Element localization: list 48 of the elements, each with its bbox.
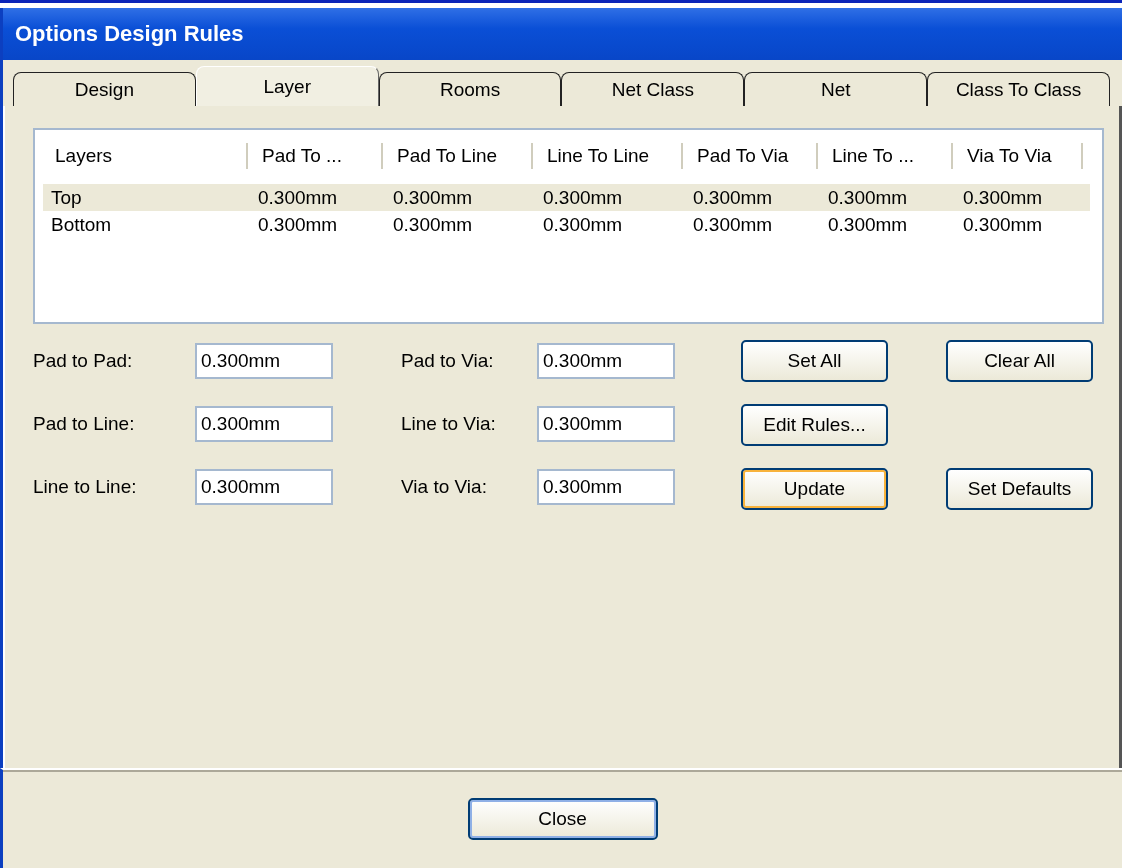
column-header[interactable]: Pad To ... <box>248 143 383 169</box>
table-cell-text: 0.300mm <box>827 186 909 209</box>
table-cell-text: 0.300mm <box>392 213 474 236</box>
action-button[interactable]: Set All <box>741 340 888 382</box>
table-cell-text: 0.300mm <box>962 186 1044 209</box>
input-field[interactable]: 0.300mm <box>195 343 333 380</box>
tab[interactable]: Net Class <box>561 72 745 106</box>
tab[interactable]: Rooms <box>378 72 562 106</box>
field-label: Line to Via: <box>400 413 497 435</box>
column-header[interactable]: Via To Via <box>953 143 1083 169</box>
column-header[interactable]: Pad To Via <box>683 143 818 169</box>
table-cell-text: 0.300mm <box>257 186 339 209</box>
table-cell-text: 0.300mm <box>542 213 624 236</box>
field-label: Pad to Line: <box>33 413 136 435</box>
action-button[interactable]: Update <box>741 468 888 510</box>
table-cell-text: 0.300mm <box>692 213 774 236</box>
field-label: Via to Via: <box>400 475 488 498</box>
action-button[interactable]: Clear All <box>946 340 1093 382</box>
input-field[interactable]: 0.300mm <box>537 468 675 505</box>
table-cell-text: 0.300mm <box>962 213 1044 236</box>
close-button[interactable]: Close <box>467 798 658 840</box>
column-header[interactable]: Layers <box>43 143 248 169</box>
column-header[interactable]: Line To ... <box>818 143 953 169</box>
table-cell-text: 0.300mm <box>542 186 624 209</box>
action-button[interactable]: Set Defaults <box>946 468 1093 510</box>
window-title: Options Design Rules <box>0 8 1122 60</box>
tab[interactable]: Layer <box>195 66 379 106</box>
column-header[interactable]: Line To Line <box>533 143 683 169</box>
list-row[interactable]: Bottom 0.300mm 0.300mm 0.300mm 0.300mm 0.300mm 0.300mm <box>43 211 1090 238</box>
list-row[interactable]: Top 0.300mm 0.300mm 0.300mm 0.300mm 0.300mm 0.300mm <box>43 184 1090 211</box>
table-cell-text: 0.300mm <box>392 186 474 209</box>
input-field[interactable]: 0.300mm <box>537 406 675 442</box>
table-cell-text: Top <box>50 186 83 209</box>
table-cell-text: 0.300mm <box>827 213 909 236</box>
column-header[interactable]: Pad To Line <box>383 143 533 169</box>
table-cell-text: 0.300mm <box>257 213 339 236</box>
tab[interactable]: Net <box>744 72 928 106</box>
table-cell-text: Bottom <box>50 213 113 236</box>
field-label: Line to Line: <box>33 475 138 498</box>
input-field[interactable]: 0.300mm <box>195 468 333 505</box>
field-label: Pad to Pad: <box>33 350 134 373</box>
field-label: Pad to Via: <box>400 350 495 373</box>
input-field[interactable]: 0.300mm <box>537 343 675 380</box>
table-cell-text: 0.300mm <box>692 186 774 209</box>
tab[interactable]: Design <box>13 72 196 106</box>
input-field[interactable]: 0.300mm <box>195 406 333 442</box>
action-button[interactable]: Edit Rules... <box>741 404 888 446</box>
tab[interactable]: Class To Class <box>927 72 1110 106</box>
